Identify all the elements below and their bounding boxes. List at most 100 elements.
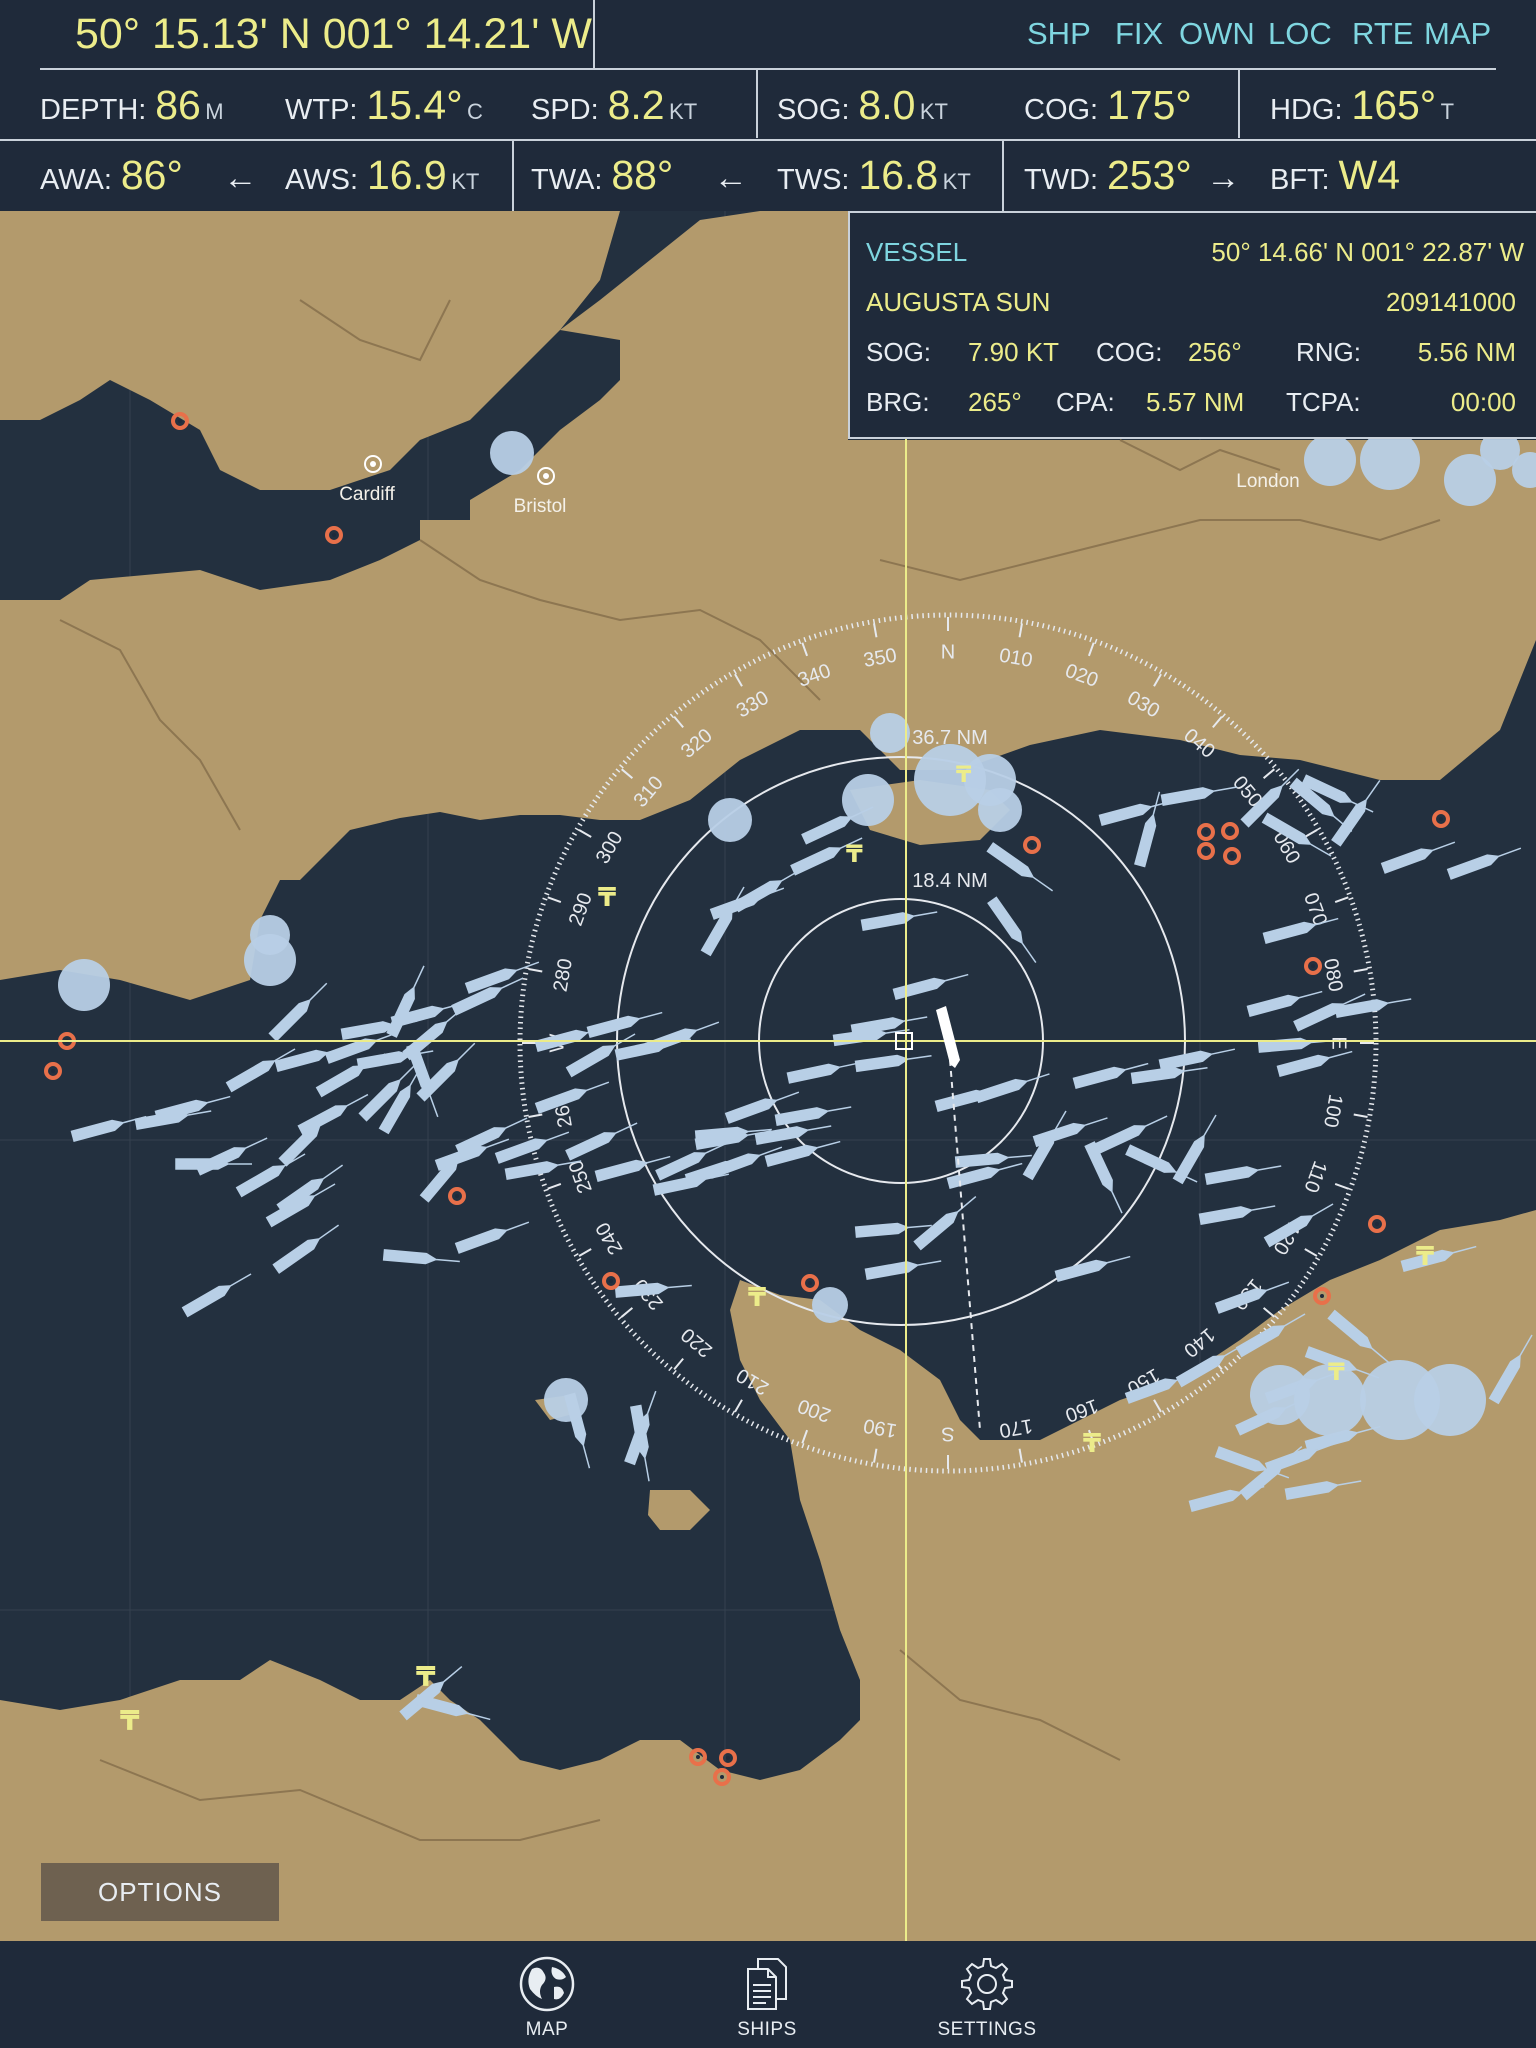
buoy-center (1204, 849, 1208, 853)
aws-readout: AWS: 16.9 KT (285, 152, 480, 198)
buoy-center (1030, 843, 1034, 847)
tide-station-icon: ₸ (956, 762, 972, 787)
nav-own[interactable]: OWN (1179, 16, 1255, 52)
cpa-label: CPA: (1056, 387, 1115, 417)
vessel-title: VESSEL (866, 237, 968, 267)
ship-cluster[interactable] (58, 959, 110, 1011)
depth-readout: DEPTH: 86 M (40, 82, 224, 128)
own-position: 50° 15.13' N 001° 14.21' W (75, 10, 592, 58)
chart-map[interactable]: Cardiff Bristol London N 010 020 030 040 050 0… (0, 211, 1536, 1941)
cog-label: COG: (1096, 337, 1163, 367)
vessel-cog: 256° (1188, 337, 1242, 367)
instrument-header: 50° 15.13' N 001° 14.21' W SHP FIX OWN L… (0, 0, 1536, 211)
nav-shp[interactable]: SHP (1027, 16, 1091, 52)
globe-icon (519, 1956, 575, 2012)
options-button[interactable]: OPTIONS (41, 1863, 279, 1921)
tab-map[interactable]: MAP (467, 1941, 627, 2048)
ship-cluster[interactable] (842, 774, 894, 826)
buoy-center (1228, 829, 1232, 833)
divider (40, 68, 1496, 70)
buoy-center (455, 1194, 459, 1198)
rng-label: RNG: (1296, 337, 1361, 367)
cog-readout: COG: 175° (1024, 82, 1192, 128)
ship-cluster[interactable] (250, 915, 290, 955)
buoy-center (726, 1756, 730, 1760)
city-label-london[interactable]: London (1236, 471, 1299, 492)
buoy-center (1375, 1222, 1379, 1226)
heading-readout: HDG: 165° T (1270, 82, 1455, 128)
divider (1002, 141, 1004, 211)
buoy-center (720, 1775, 724, 1779)
nav-fix[interactable]: FIX (1115, 16, 1163, 52)
tab-settings[interactable]: SETTINGS (907, 1941, 1067, 2048)
buoy-center (332, 533, 336, 537)
tws-readout: TWS: 16.8 KT (777, 152, 971, 198)
vessel-brg: 265° (968, 387, 1022, 417)
wind-arrow-icon: → (1206, 159, 1241, 197)
compass-bearing-label: S (941, 1423, 954, 1445)
nav-loc[interactable]: LOC (1268, 16, 1332, 52)
vessel-info-panel[interactable]: VESSEL 50° 14.66' N 001° 22.87' W AUGUST… (848, 211, 1536, 439)
sog-label: SOG: (866, 337, 932, 367)
buoy-center (178, 419, 182, 423)
ship-cluster[interactable] (870, 713, 910, 753)
buoy-center (808, 1281, 812, 1285)
buoy-center (1311, 964, 1315, 968)
city-label: Bristol (514, 496, 567, 517)
tide-station-icon: ₸ (1416, 1241, 1434, 1271)
ship-cluster[interactable] (708, 798, 752, 842)
buoy-center (1439, 817, 1443, 821)
twd-readout: TWD: 253° → (1024, 152, 1241, 198)
divider (593, 0, 595, 68)
tide-station-icon: ₸ (598, 882, 616, 912)
bottom-tab-bar: MAP SHIPS SETTINGS (0, 1941, 1536, 2048)
vessel-mmsi: 209141000 (1385, 287, 1516, 317)
compass-bearing-label: E (1328, 1036, 1350, 1049)
tide-station-icon: ₸ (1083, 1428, 1101, 1458)
divider (512, 141, 514, 211)
tcpa-label: TCPA: (1286, 387, 1361, 417)
vessel-sog: 7.90 KT (968, 337, 1060, 367)
vessel-position: 50° 14.66' N 001° 22.87' W (1211, 237, 1524, 267)
beaufort-readout: BFT: W4 (1270, 152, 1401, 198)
tide-station-icon: ₸ (846, 841, 863, 868)
city-label: Cardiff (339, 484, 395, 505)
awa-readout: AWA: 86° ← (40, 152, 258, 198)
ship-cluster[interactable] (812, 1287, 848, 1323)
buoy-center (696, 1755, 700, 1759)
divider (1238, 70, 1240, 138)
wind-arrow-icon: ← (223, 159, 258, 197)
brg-label: BRG: (866, 387, 930, 417)
sog-readout: SOG: 8.0 KT (777, 82, 948, 128)
water-temp-readout: WTP: 15.4° C (285, 82, 483, 128)
speed-readout: SPD: 8.2 KT (531, 82, 698, 128)
buoy-center (1320, 1294, 1324, 1298)
ship-cluster[interactable] (1360, 430, 1420, 490)
compass-bearing-label: N (941, 641, 955, 663)
ship-cluster[interactable] (490, 431, 534, 475)
ship-cluster[interactable] (544, 1378, 588, 1422)
tab-ships[interactable]: SHIPS (687, 1941, 847, 2048)
tab-label: MAP (525, 2019, 569, 2040)
ship-cluster[interactable] (978, 788, 1022, 832)
tab-label: SETTINGS (937, 2019, 1037, 2040)
divider (756, 70, 758, 138)
nav-rte[interactable]: RTE (1352, 16, 1413, 52)
tide-station-icon: ₸ (1328, 1359, 1345, 1386)
vessel-name: AUGUSTA SUN (866, 287, 1051, 317)
divider (0, 139, 1536, 141)
ship-cluster[interactable] (1414, 1364, 1486, 1436)
map-canvas[interactable]: Cardiff Bristol London N 0100200300400500… (0, 211, 1536, 1941)
vessel-cpa: 5.57 NM (1146, 387, 1245, 417)
buoy-center (1204, 830, 1208, 834)
tide-station-icon: ₸ (120, 1705, 140, 1736)
range-label-inner: 18.4 NM (912, 870, 988, 892)
buoy-center (1230, 854, 1234, 858)
twa-readout: TWA: 88° ← (531, 152, 748, 198)
tide-station-icon: ₸ (748, 1282, 766, 1312)
vessel-rng: 5.56 NM (1417, 337, 1516, 367)
wind-arrow-icon: ← (713, 159, 748, 197)
ship-cluster[interactable] (1304, 434, 1356, 486)
vessel-tcpa: 00:00 (1450, 387, 1516, 417)
nav-map[interactable]: MAP (1424, 16, 1491, 52)
